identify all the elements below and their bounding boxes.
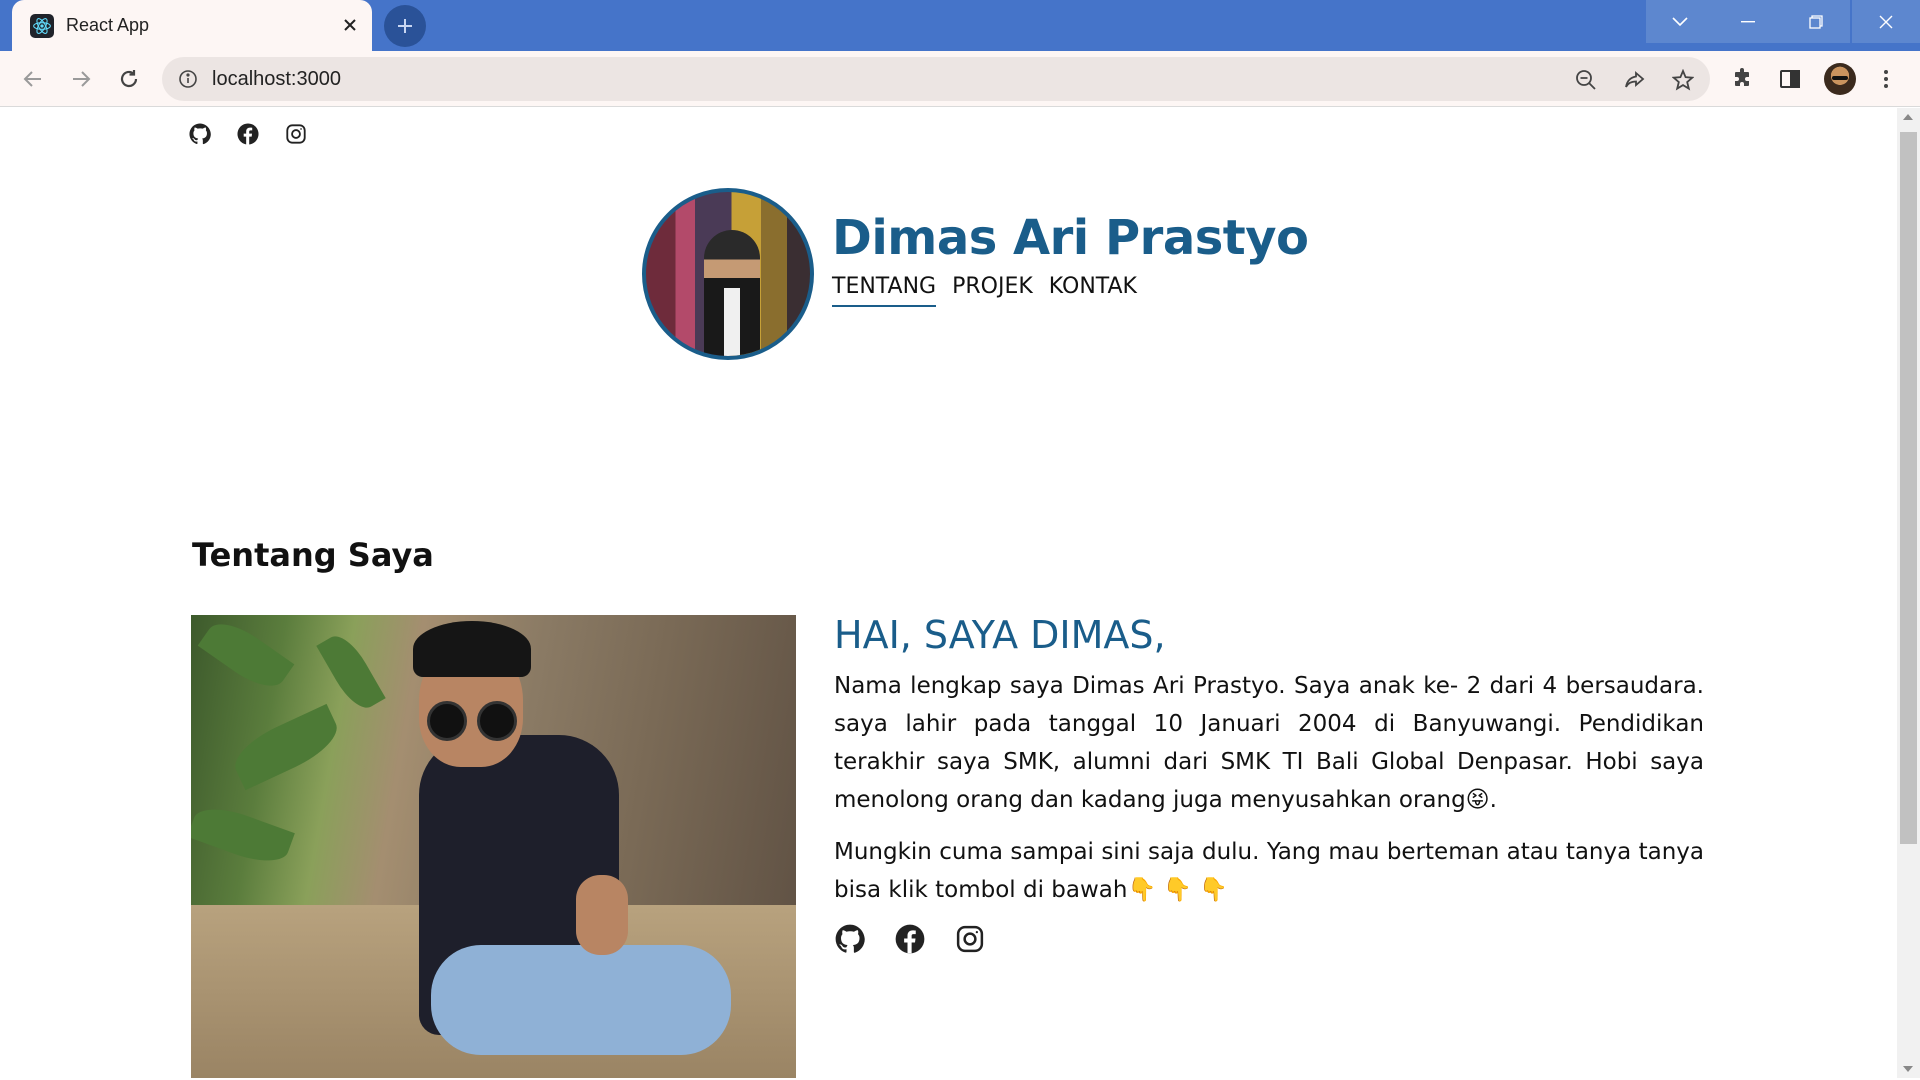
about-paragraph-2: Mungkin cuma sampai sini saja dulu. Yang…: [834, 839, 1704, 903]
address-bar[interactable]: localhost:3000: [162, 57, 1710, 101]
nav-tentang[interactable]: TENTANG: [832, 274, 937, 307]
scroll-thumb[interactable]: [1900, 132, 1917, 844]
avatar-shirt: [724, 288, 740, 356]
photo-leaf: [316, 628, 386, 716]
react-icon: [30, 14, 54, 38]
site-name[interactable]: Dimas Ari Prastyo: [832, 210, 1309, 266]
browser-tab[interactable]: React App: [12, 0, 372, 51]
minimize-button[interactable]: [1714, 0, 1782, 43]
restore-button[interactable]: [1782, 0, 1850, 43]
site-header: Dimas Ari Prastyo TENTANG PROJEK KONTAK: [642, 188, 1309, 364]
url-text[interactable]: localhost:3000: [212, 68, 341, 91]
section-title: Tentang Saya: [192, 536, 434, 574]
plus-icon[interactable]: [384, 5, 426, 47]
photo-leaf: [191, 799, 295, 871]
github-icon[interactable]: [834, 923, 866, 955]
nav-kontak[interactable]: KONTAK: [1049, 274, 1137, 307]
nav-projek[interactable]: PROJEK: [952, 274, 1033, 307]
header-avatar: [642, 188, 814, 360]
info-icon[interactable]: [176, 67, 200, 91]
profile-avatar[interactable]: [1824, 63, 1856, 95]
photo-leaf: [197, 615, 295, 698]
about-photo: [191, 615, 796, 1078]
scroll-down-icon[interactable]: [1903, 1066, 1913, 1072]
reload-icon[interactable]: [110, 60, 148, 98]
tab-strip: React App: [0, 0, 1920, 51]
page-viewport: Dimas Ari Prastyo TENTANG PROJEK KONTAK …: [0, 108, 1897, 1078]
forward-icon[interactable]: [62, 60, 100, 98]
photo-person-hand: [576, 875, 628, 955]
about-social-links: [834, 923, 1704, 955]
instagram-icon[interactable]: [284, 122, 308, 146]
share-icon[interactable]: [1621, 66, 1649, 94]
photo-sunglass-right: [477, 701, 517, 741]
extensions-icon[interactable]: [1726, 63, 1758, 95]
page-scrollbar[interactable]: [1897, 108, 1920, 1078]
menu-icon[interactable]: [1870, 63, 1902, 95]
tab-title: React App: [66, 15, 150, 35]
main-nav: TENTANG PROJEK KONTAK: [832, 274, 1137, 307]
zoom-out-icon[interactable]: [1572, 66, 1600, 94]
browser-toolbar: localhost:3000: [0, 51, 1920, 107]
photo-leaf: [226, 703, 346, 791]
back-icon[interactable]: [14, 60, 52, 98]
photo-person-hat: [413, 621, 531, 677]
about-text: HAI, SAYA DIMAS, Nama lengkap saya Dimas…: [834, 613, 1704, 955]
close-window-button[interactable]: [1852, 0, 1920, 43]
photo-sunglass-left: [427, 701, 467, 741]
facebook-icon[interactable]: [236, 122, 260, 146]
about-greeting: HAI, SAYA DIMAS,: [834, 613, 1166, 657]
tab-search-button[interactable]: [1646, 0, 1714, 43]
instagram-icon[interactable]: [954, 923, 986, 955]
top-social-links: [188, 122, 308, 146]
github-icon[interactable]: [188, 122, 212, 146]
star-icon[interactable]: [1669, 66, 1697, 94]
close-icon[interactable]: [336, 11, 364, 39]
about-paragraph-1: Nama lengkap saya Dimas Ari Prastyo. Say…: [834, 673, 1704, 813]
photo-person-jeans: [431, 945, 731, 1055]
side-panel-icon[interactable]: [1774, 63, 1806, 95]
scroll-up-icon[interactable]: [1903, 114, 1913, 120]
facebook-icon[interactable]: [894, 923, 926, 955]
